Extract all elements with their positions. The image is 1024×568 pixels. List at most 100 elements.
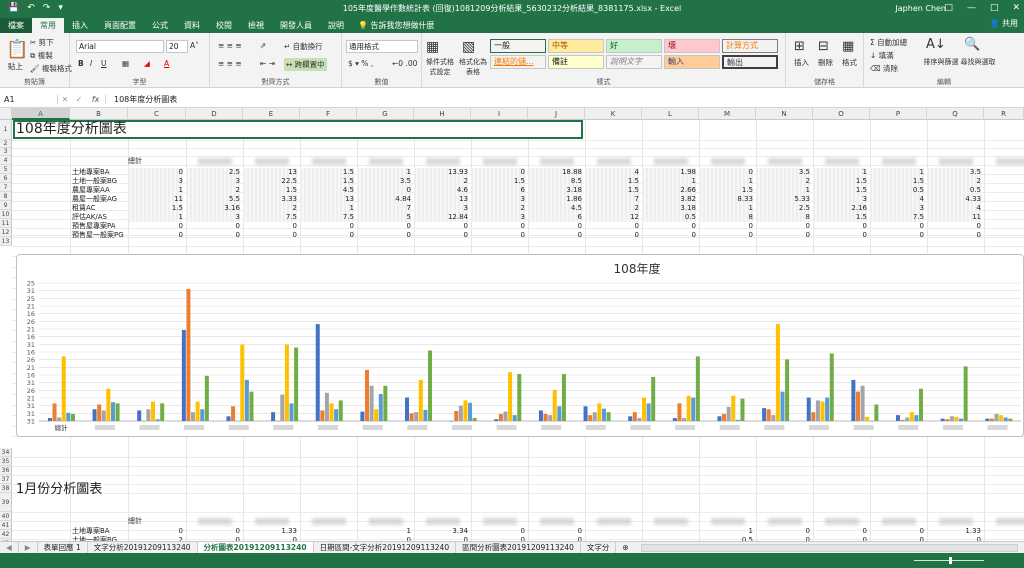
- sheet-nav-next[interactable]: ▶: [19, 541, 38, 554]
- minimize-icon[interactable]: —: [967, 3, 976, 13]
- table-cell[interactable]: 4.6: [414, 186, 468, 195]
- currency-icon[interactable]: $ ▾ % ,: [348, 59, 373, 68]
- table-cell[interactable]: 1: [357, 527, 411, 536]
- style-explanatory[interactable]: 說明文字: [606, 55, 662, 69]
- table-cell[interactable]: 1: [642, 177, 696, 186]
- row-header[interactable]: 42: [0, 530, 12, 539]
- table-cell[interactable]: 1: [128, 213, 183, 222]
- table-cell[interactable]: 6: [471, 186, 525, 195]
- table-cell[interactable]: 1.86: [528, 195, 582, 204]
- row-header[interactable]: 3: [0, 148, 12, 156]
- table-cell[interactable]: 3.18: [528, 186, 582, 195]
- name-box[interactable]: A1: [0, 94, 58, 104]
- style-normal[interactable]: 一般: [490, 39, 546, 53]
- row-header[interactable]: 34: [0, 448, 12, 457]
- table-cell[interactable]: 4.5: [300, 186, 354, 195]
- table-cell[interactable]: 1.5: [300, 177, 354, 186]
- table-cell[interactable]: 0: [471, 222, 525, 231]
- table-cell[interactable]: 0: [699, 231, 753, 240]
- table-cell[interactable]: 1: [300, 204, 354, 213]
- table-cell[interactable]: 1.5: [128, 204, 183, 213]
- formula-cancel-icon[interactable]: ✕: [58, 95, 72, 104]
- add-sheet-icon[interactable]: ⊕: [616, 542, 634, 554]
- border-icon[interactable]: ▦: [122, 59, 129, 68]
- table-cell[interactable]: 4: [870, 195, 924, 204]
- table-cell[interactable]: 2.16: [813, 204, 867, 213]
- sheet-tab-range-chart[interactable]: 區間分析圖表20191209113240: [456, 541, 581, 554]
- column-header-i[interactable]: I: [471, 108, 528, 120]
- table-cell[interactable]: 0: [699, 168, 753, 177]
- save-icon[interactable]: 💾: [8, 3, 19, 13]
- align-top-icon[interactable]: ≡ ≡ ≡: [218, 41, 242, 50]
- table-cell[interactable]: 0: [528, 222, 582, 231]
- table-cell[interactable]: 3: [471, 195, 525, 204]
- table-cell[interactable]: 0: [813, 527, 867, 536]
- table-cell[interactable]: 1: [699, 177, 753, 186]
- style-linked-cell[interactable]: 連結的儲...: [490, 55, 546, 69]
- column-header-d[interactable]: D: [186, 108, 243, 120]
- conditional-format-button[interactable]: 條件式格式設定: [424, 57, 456, 77]
- table-cell[interactable]: 0: [756, 231, 810, 240]
- clear-button[interactable]: ⌫ 清除: [870, 63, 898, 74]
- table-cell[interactable]: 2.5: [756, 204, 810, 213]
- table-cell[interactable]: 0: [585, 231, 639, 240]
- table-cell[interactable]: 1: [699, 527, 753, 536]
- table-cell[interactable]: 3: [870, 204, 924, 213]
- row-header[interactable]: 10: [0, 210, 12, 219]
- table-cell[interactable]: 2: [243, 204, 297, 213]
- table-cell[interactable]: 1: [813, 168, 867, 177]
- conditional-format-icon[interactable]: ▦: [426, 39, 439, 55]
- zoom-thumb[interactable]: [949, 557, 952, 564]
- table-cell[interactable]: 1: [699, 204, 753, 213]
- table-cell[interactable]: 7: [585, 195, 639, 204]
- tell-me-search[interactable]: 💡 告訴我您想做什麼: [358, 18, 435, 33]
- table-cell[interactable]: 0: [471, 168, 525, 177]
- table-cell[interactable]: 1.5: [813, 186, 867, 195]
- table-cell[interactable]: 0: [927, 222, 981, 231]
- table-cell[interactable]: 3.34: [414, 527, 468, 536]
- sheet-tab-responses[interactable]: 表單回應 1: [38, 541, 88, 554]
- undo-icon[interactable]: ↶: [27, 3, 35, 13]
- tab-file[interactable]: 檔案: [0, 18, 32, 33]
- table-cell[interactable]: 7.5: [870, 213, 924, 222]
- table-cell[interactable]: 0: [128, 527, 183, 536]
- table-cell[interactable]: 0: [471, 231, 525, 240]
- sheet-tab-text-partial[interactable]: 文字分: [581, 541, 617, 554]
- row-header[interactable]: 37: [0, 475, 12, 484]
- font-name-select[interactable]: Arial: [76, 40, 164, 53]
- table-cell[interactable]: 8: [756, 213, 810, 222]
- table-cell[interactable]: 13: [300, 195, 354, 204]
- table-cell[interactable]: 2: [186, 186, 240, 195]
- table-cell[interactable]: 8.5: [528, 177, 582, 186]
- style-input[interactable]: 輸入: [664, 55, 720, 69]
- column-header-l[interactable]: L: [642, 108, 699, 120]
- table-cell[interactable]: 0: [357, 222, 411, 231]
- table-cell[interactable]: 12: [585, 213, 639, 222]
- cut-button[interactable]: ✂ 剪下: [30, 37, 54, 48]
- table-cell[interactable]: 1.5: [813, 213, 867, 222]
- format-painter-button[interactable]: 🖌 複製格式: [30, 63, 72, 74]
- table-cell[interactable]: 0: [243, 231, 297, 240]
- table-cell[interactable]: 0: [528, 231, 582, 240]
- table-cell[interactable]: 4: [927, 204, 981, 213]
- row-header[interactable]: 13: [0, 237, 12, 246]
- row-header[interactable]: 11: [0, 219, 12, 228]
- column-header-q[interactable]: Q: [927, 108, 984, 120]
- find-select-button[interactable]: 尋找與選取: [960, 57, 996, 67]
- table-cell[interactable]: 0.5: [927, 186, 981, 195]
- tab-review[interactable]: 校閱: [208, 18, 240, 33]
- table-cell[interactable]: 0: [642, 222, 696, 231]
- fill-button[interactable]: ↓ 填滿: [870, 50, 894, 61]
- share-button[interactable]: 👤 共用: [989, 18, 1018, 29]
- sheet-tab-text-analysis[interactable]: 文字分析20191209113240: [88, 541, 198, 554]
- sheet-tab-analysis-chart[interactable]: 分析圖表20191209113240: [197, 541, 314, 554]
- table-cell[interactable]: 5.5: [186, 195, 240, 204]
- insert-cells-icon[interactable]: ⊞: [794, 39, 805, 54]
- copy-button[interactable]: ⧉ 複製: [30, 50, 53, 61]
- table-cell[interactable]: 0: [756, 527, 810, 536]
- table-cell[interactable]: 12.84: [414, 213, 468, 222]
- table-cell[interactable]: 3.18: [642, 204, 696, 213]
- delete-cells-button[interactable]: 刪除: [818, 57, 833, 68]
- grow-font-icon[interactable]: A˄: [190, 41, 199, 50]
- style-calculation[interactable]: 計算方式: [722, 39, 778, 53]
